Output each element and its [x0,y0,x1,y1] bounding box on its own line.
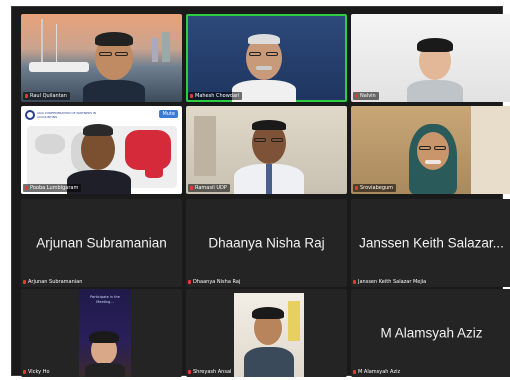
video-tile-ramasil[interactable]: Ramasil UDP [186,106,347,194]
participant-name-label: Shreyash Ansal [188,369,231,375]
slide-caption: ASIA CONFEDERATION OF PARTNERS IN ACCOUN… [37,111,97,119]
video-grid: Raul Quilantan Mahesh Chowdari Nalvin AS… [11,6,510,377]
mic-muted-icon [188,370,191,374]
participant-video [234,293,304,377]
participant-display-name: Arjunan Subramanian [36,235,167,251]
participant-name-label: Pooba Lumbigaram [23,184,82,192]
video-tile-arjunan[interactable]: Arjunan Subramanian Arjunan Subramanian [21,199,182,287]
mic-muted-icon [190,94,193,98]
mic-muted-icon [188,280,191,284]
participant-name-label: Mahesh Chowdari [188,92,243,100]
participant-display-name: M Alamsyah Aziz [380,325,483,341]
mute-badge[interactable]: Mute [159,110,178,118]
mic-muted-icon [23,280,26,284]
participant-name-label: Vicky Ho [23,369,50,375]
video-tile-vicky[interactable]: Participate in the Meeting... Vicky Ho [21,289,182,377]
video-tile-pooba[interactable]: ASIA CONFEDERATION OF PARTNERS IN ACCOUN… [21,106,182,194]
video-tile-alamsyah[interactable]: M Alamsyah Aziz M Alamsyah Aziz [351,289,510,377]
mic-muted-icon [353,370,356,374]
mic-muted-icon [23,370,26,374]
participant-name-label: Arjunan Subramanian [23,279,82,285]
phone-caption: Participate in the Meeting... [90,295,120,304]
acpa-logo-icon [25,110,35,120]
video-tile-raul[interactable]: Raul Quilantan [21,14,182,102]
participant-name-label: Nalvin [353,92,379,100]
participant-name-label: Ramasil UDP [188,184,230,192]
video-tile-dhaanya[interactable]: Dhaanya Nisha Raj Dhaanya Nisha Raj [186,199,347,287]
video-tile-shreyash[interactable]: Shreyash Ansal [186,289,347,377]
mic-muted-icon [25,186,28,190]
video-tile-sroviabegum[interactable]: Sroviabegum [351,106,510,194]
mic-muted-icon [355,186,358,190]
video-tile-nalvin[interactable]: Nalvin [351,14,510,102]
participant-name-label: Sroviabegum [353,184,397,192]
phone-video: Participate in the Meeting... [79,289,131,377]
participant-display-name: Dhaanya Nisha Raj [208,235,325,251]
participant-name-label: Raul Quilantan [23,92,70,100]
video-tile-janssen[interactable]: Janssen Keith Salazar... Janssen Keith S… [351,199,510,287]
mic-muted-icon [25,94,28,98]
mic-muted-icon [353,280,356,284]
participant-face [417,132,449,170]
video-tile-mahesh[interactable]: Mahesh Chowdari [186,14,347,102]
participant-display-name: Janssen Keith Salazar... [359,235,504,251]
mic-muted-icon [190,186,193,190]
participant-name-label: M Alamsyah Aziz [353,369,400,375]
participant-name-label: Janssen Keith Salazar Mejia [353,279,426,285]
participant-name-label: Dhaanya Nisha Raj [188,279,240,285]
mic-muted-icon [355,94,358,98]
